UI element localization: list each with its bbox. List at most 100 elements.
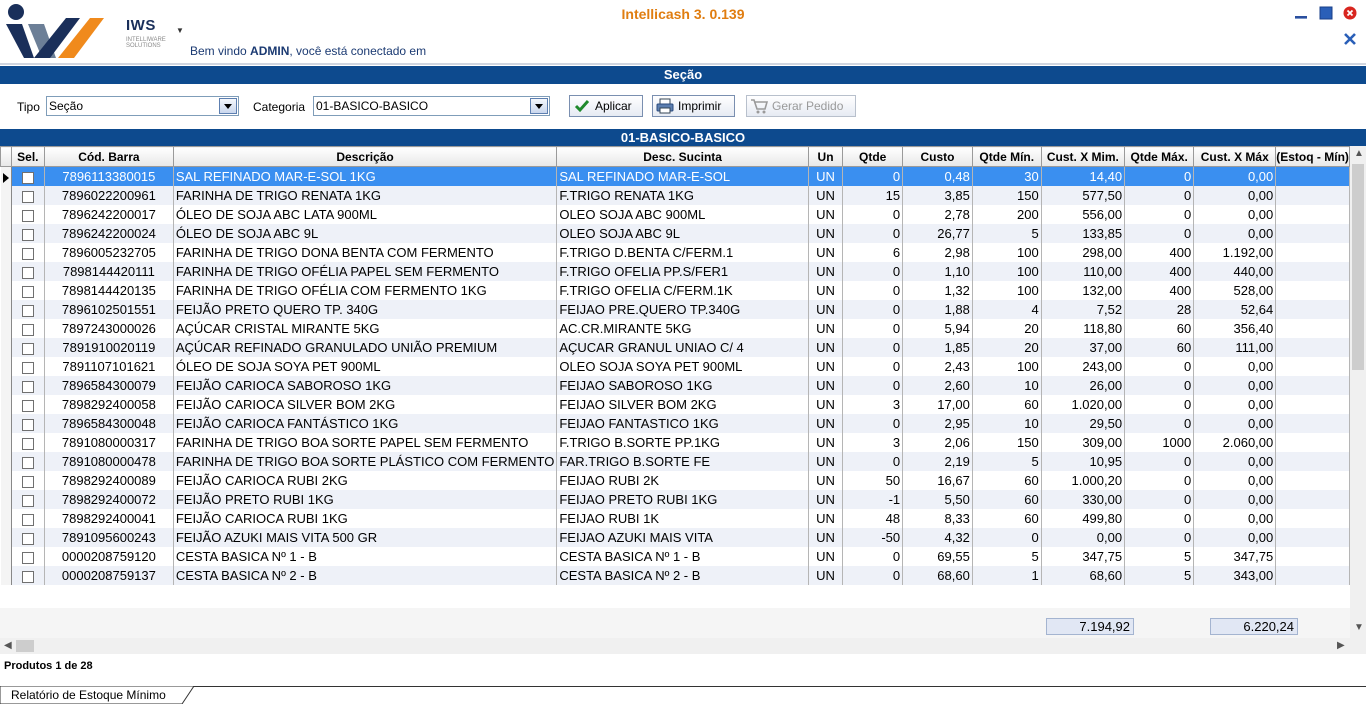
cust-max-cell[interactable]: 0,00 — [1193, 528, 1277, 547]
row-indicator[interactable] — [0, 452, 12, 471]
qtde-max-cell[interactable]: 0 — [1124, 376, 1195, 395]
estoq-min-cell[interactable] — [1275, 319, 1350, 338]
cust-max-cell[interactable]: 0,00 — [1193, 490, 1277, 509]
cust-min-cell[interactable]: 1.000,20 — [1041, 471, 1126, 490]
categoria-select[interactable]: 01-BASICO-BASICO — [313, 96, 550, 116]
table-row[interactable]: 7896102501551 FEIJÃO PRETO QUERO TP. 340G… — [0, 300, 1350, 319]
qtde-min-cell[interactable]: 100 — [972, 357, 1042, 376]
unit-cell[interactable]: UN — [808, 166, 844, 186]
short-description-cell[interactable]: SAL REFINADO MAR-E-SOL — [556, 166, 809, 186]
custo-cell[interactable]: 2,98 — [902, 243, 973, 262]
row-checkbox[interactable] — [21, 437, 34, 450]
qtde-cell[interactable]: 0 — [842, 547, 904, 566]
row-indicator[interactable] — [0, 338, 12, 357]
row-checkbox[interactable] — [21, 209, 34, 222]
table-row[interactable]: 0000208759137 CESTA BASICA Nº 2 - B CESTA … — [0, 566, 1350, 585]
qtde-max-cell[interactable]: 0 — [1124, 224, 1195, 243]
qtde-min-cell[interactable]: 150 — [972, 186, 1042, 205]
qtde-cell[interactable]: 0 — [842, 414, 904, 433]
row-indicator[interactable] — [0, 528, 12, 547]
row-checkbox[interactable] — [21, 342, 34, 355]
short-description-cell[interactable]: AC.CR.MIRANTE 5KG — [556, 319, 809, 338]
estoq-min-cell[interactable] — [1275, 300, 1350, 319]
row-checkbox[interactable] — [21, 247, 34, 260]
row-indicator[interactable] — [0, 205, 12, 224]
unit-cell[interactable]: UN — [808, 414, 844, 433]
qtde-max-cell[interactable]: 400 — [1124, 262, 1195, 281]
barcode-cell[interactable]: 7898292400089 — [44, 471, 174, 490]
custo-cell[interactable]: 17,00 — [902, 395, 973, 414]
cust-max-cell[interactable]: 0,00 — [1193, 186, 1277, 205]
barcode-cell[interactable]: 7896242200017 — [44, 205, 174, 224]
row-checkbox[interactable] — [21, 513, 34, 526]
row-indicator[interactable] — [0, 414, 12, 433]
description-cell[interactable]: FEIJÃO AZUKI MAIS VITA 500 GR — [173, 528, 558, 547]
column-header[interactable]: Custo — [902, 146, 973, 167]
qtde-min-cell[interactable]: 1 — [972, 566, 1042, 585]
cust-max-cell[interactable]: 0,00 — [1193, 224, 1277, 243]
cust-min-cell[interactable]: 7,52 — [1041, 300, 1126, 319]
custo-cell[interactable]: 1,85 — [902, 338, 973, 357]
estoq-min-cell[interactable] — [1275, 281, 1350, 300]
qtde-min-cell[interactable]: 100 — [972, 243, 1042, 262]
description-cell[interactable]: FARINHA DE TRIGO BOA SORTE PAPEL SEM FER… — [173, 433, 558, 452]
row-checkbox[interactable] — [21, 380, 34, 393]
generate-order-button[interactable]: Gerar Pedido — [746, 95, 856, 117]
close-button[interactable] — [1343, 6, 1357, 20]
short-description-cell[interactable]: CESTA BASICA Nº 1 - B — [556, 547, 809, 566]
short-description-cell[interactable]: OLEO SOJA ABC 900ML — [556, 205, 809, 224]
estoq-min-cell[interactable] — [1275, 528, 1350, 547]
table-row[interactable]: 7896584300048 FEIJÃO CARIOCA FANTÁSTICO 1… — [0, 414, 1350, 433]
unit-cell[interactable]: UN — [808, 300, 844, 319]
estoq-min-cell[interactable] — [1275, 243, 1350, 262]
estoq-min-cell[interactable] — [1275, 547, 1350, 566]
row-indicator[interactable] — [0, 509, 12, 528]
description-cell[interactable]: FARINHA DE TRIGO OFÉLIA COM FERMENTO 1KG — [173, 281, 558, 300]
row-checkbox[interactable] — [21, 456, 34, 469]
horizontal-scrollbar[interactable]: ◀ ▶ — [0, 638, 1366, 654]
cust-min-cell[interactable]: 10,95 — [1041, 452, 1126, 471]
description-cell[interactable]: AÇÚCAR CRISTAL MIRANTE 5KG — [173, 319, 558, 338]
custo-cell[interactable]: 2,06 — [902, 433, 973, 452]
barcode-cell[interactable]: 7891080000317 — [44, 433, 174, 452]
cust-max-cell[interactable]: 111,00 — [1193, 338, 1277, 357]
cust-max-cell[interactable]: 2.060,00 — [1193, 433, 1277, 452]
column-header[interactable]: Qtde Máx. — [1124, 146, 1195, 167]
qtde-min-cell[interactable]: 60 — [972, 490, 1042, 509]
qtde-cell[interactable]: 0 — [842, 166, 904, 186]
qtde-min-cell[interactable]: 4 — [972, 300, 1042, 319]
barcode-cell[interactable]: 7898292400058 — [44, 395, 174, 414]
qtde-min-cell[interactable]: 60 — [972, 509, 1042, 528]
short-description-cell[interactable]: FEIJAO SILVER BOM 2KG — [556, 395, 809, 414]
unit-cell[interactable]: UN — [808, 490, 844, 509]
table-row[interactable]: 7898292400041 FEIJÃO CARIOCA RUBI 1KG FEIJ… — [0, 509, 1350, 528]
cust-min-cell[interactable]: 347,75 — [1041, 547, 1126, 566]
horizontal-scroll-thumb[interactable] — [16, 640, 34, 652]
qtde-min-cell[interactable]: 20 — [972, 338, 1042, 357]
description-cell[interactable]: ÓLEO DE SOJA ABC 9L — [173, 224, 558, 243]
short-description-cell[interactable]: CESTA BASICA Nº 2 - B — [556, 566, 809, 585]
barcode-cell[interactable]: 7898292400041 — [44, 509, 174, 528]
row-checkbox[interactable] — [21, 494, 34, 507]
short-description-cell[interactable]: FEIJAO PRETO RUBI 1KG — [556, 490, 809, 509]
barcode-cell[interactable]: 7896584300048 — [44, 414, 174, 433]
barcode-cell[interactable]: 7896102501551 — [44, 300, 174, 319]
qtde-min-cell[interactable]: 60 — [972, 395, 1042, 414]
qtde-min-cell[interactable]: 150 — [972, 433, 1042, 452]
row-checkbox[interactable] — [21, 190, 34, 203]
cust-min-cell[interactable]: 0,00 — [1041, 528, 1126, 547]
estoq-min-cell[interactable] — [1275, 262, 1350, 281]
qtde-max-cell[interactable]: 0 — [1124, 490, 1195, 509]
table-row[interactable]: 7898144420135 FARINHA DE TRIGO OFÉLIA COM… — [0, 281, 1350, 300]
qtde-cell[interactable]: 3 — [842, 395, 904, 414]
qtde-max-cell[interactable]: 0 — [1124, 395, 1195, 414]
cust-min-cell[interactable]: 118,80 — [1041, 319, 1126, 338]
description-cell[interactable]: FEIJÃO CARIOCA SILVER BOM 2KG — [173, 395, 558, 414]
unit-cell[interactable]: UN — [808, 205, 844, 224]
row-indicator[interactable] — [0, 395, 12, 414]
barcode-cell[interactable]: 7891910020119 — [44, 338, 174, 357]
short-description-cell[interactable]: F.TRIGO B.SORTE PP.1KG — [556, 433, 809, 452]
cust-max-cell[interactable]: 0,00 — [1193, 452, 1277, 471]
close-form-button[interactable] — [1343, 32, 1357, 46]
row-indicator[interactable] — [0, 262, 12, 281]
